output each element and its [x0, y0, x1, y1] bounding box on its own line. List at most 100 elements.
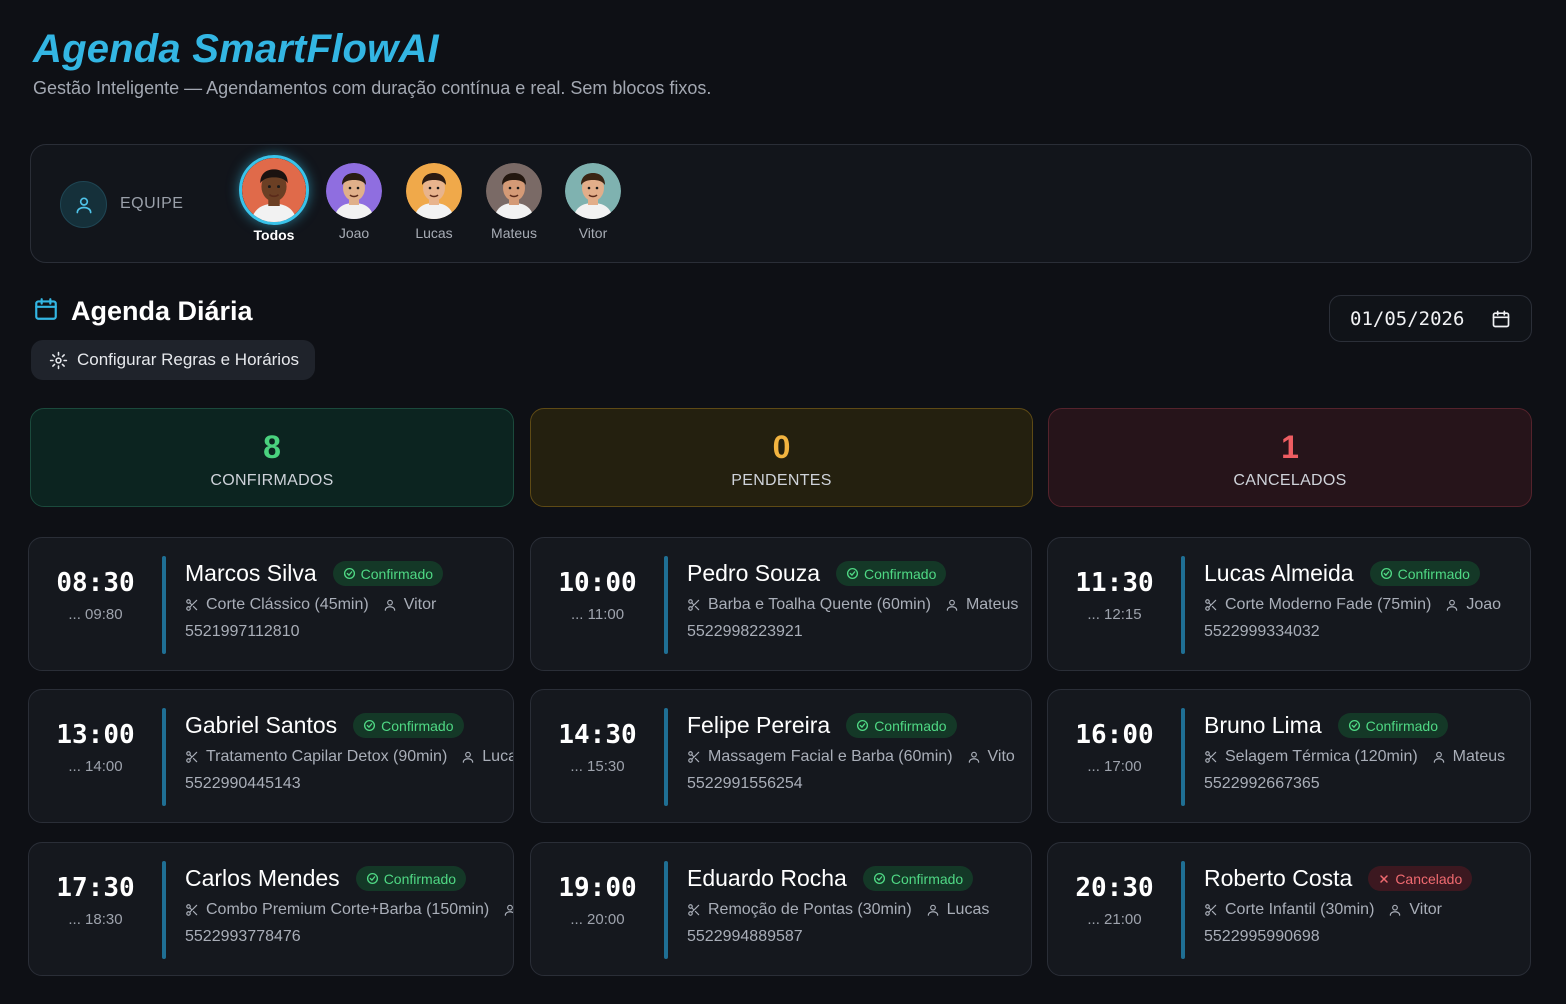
- client-name: Marcos Silva: [185, 560, 317, 586]
- appointment-card[interactable]: 19:00 ... 20:00 Eduardo Rocha Confirmado Rem…: [530, 842, 1032, 976]
- status-badge: Cancelado: [1368, 866, 1473, 891]
- status-badge: Confirmado: [332, 561, 444, 586]
- status-badge: Confirmado: [353, 713, 464, 738]
- client-phone: 5522991556254: [687, 775, 803, 792]
- scissors-icon: [185, 750, 199, 764]
- barber-icon: [1388, 903, 1402, 917]
- team-member-todos[interactable]: Todos: [234, 155, 314, 243]
- cancelled-count: 1: [1281, 429, 1299, 465]
- avatar: [326, 163, 382, 219]
- client-name: Gabriel Santos: [185, 712, 338, 738]
- appointment-card[interactable]: 08:30 ... 09:80 Marcos Silva Confirmado Cort…: [28, 537, 514, 671]
- appointment-start-time: 08:30: [56, 568, 135, 598]
- appointment-card[interactable]: 10:00 ... 11:00 Pedro Souza Confirmado Barba…: [530, 537, 1032, 671]
- check-circle-icon: [1380, 567, 1393, 580]
- calendar-picker-icon[interactable]: [1491, 309, 1511, 334]
- barber-icon: [383, 598, 397, 612]
- team-member-mateus[interactable]: Mateus: [474, 163, 554, 241]
- barber-name: Vitor: [403, 596, 437, 613]
- check-circle-icon: [343, 567, 356, 580]
- check-circle-icon: [366, 872, 379, 885]
- barber-icon: [503, 903, 513, 917]
- team-member-name: Lucas: [415, 225, 453, 241]
- appointment-card[interactable]: 14:30 ... 15:30 Felipe Pereira Confirmado Ma…: [530, 689, 1032, 823]
- appointment-end-time: ... 15:30: [570, 758, 625, 775]
- client-name: Carlos Mendes: [185, 865, 340, 891]
- service-name: Corte Infantil (30min): [1225, 901, 1375, 918]
- avatar: [486, 163, 542, 219]
- service-name: Barba e Toalha Quente (60min): [708, 596, 931, 613]
- confirmed-count: 8: [263, 429, 281, 465]
- team-member-name: Vitor: [578, 225, 608, 241]
- card-divider: [1181, 708, 1185, 806]
- barber-name: Vito: [987, 748, 1015, 765]
- card-divider: [162, 556, 166, 654]
- appointment-start-time: 13:00: [56, 720, 135, 750]
- appointment-end-time: ... 14:00: [68, 758, 123, 775]
- card-divider: [664, 861, 668, 959]
- team-member-vitor[interactable]: Vitor: [553, 163, 633, 241]
- app-title: Agenda SmartFlowAI: [33, 27, 439, 71]
- appointment-card[interactable]: 11:30 ... 12:15 Lucas Almeida Confirmado Cor…: [1047, 537, 1531, 671]
- client-phone: 5522999334032: [1204, 623, 1320, 640]
- status-badge: Confirmado: [846, 713, 957, 738]
- barber-icon: [461, 750, 475, 764]
- team-member-name: Mateus: [491, 225, 537, 241]
- client-phone: 5522995990698: [1204, 928, 1320, 945]
- status-label: Confirmado: [874, 717, 947, 734]
- client-phone: 5521997112810: [185, 623, 300, 640]
- barber-name: Lucas: [946, 901, 990, 918]
- scissors-icon: [687, 750, 701, 764]
- client-phone: 5522993778476: [185, 928, 301, 945]
- configure-rules-label: Configurar Regras e Horários: [77, 350, 300, 369]
- scissors-icon: [687, 598, 701, 612]
- date-picker[interactable]: 01/05/2026: [1329, 295, 1532, 342]
- appointment-card[interactable]: 20:30 ... 21:00 Roberto Costa Cancelado Cort…: [1047, 842, 1531, 976]
- pending-label: PENDENTES: [731, 472, 832, 489]
- status-badge: Confirmado: [355, 866, 467, 891]
- card-divider: [162, 861, 166, 959]
- appointment-card[interactable]: 16:00 ... 17:00 Bruno Lima Confirmado Selage…: [1047, 689, 1531, 823]
- appointment-card[interactable]: 17:30 ... 18:30 Carlos Mendes Confirmado Com…: [28, 842, 514, 976]
- client-phone: 5522990445143: [185, 775, 301, 792]
- card-divider: [1181, 556, 1185, 654]
- barber-icon: [967, 750, 981, 764]
- card-divider: [1181, 861, 1185, 959]
- barber-name: Joao: [1466, 596, 1502, 613]
- appointment-end-time: ... 18:30: [68, 911, 123, 928]
- pending-count: 0: [772, 429, 791, 465]
- section-title: Agenda Diária: [71, 296, 253, 326]
- service-name: Tratamento Capilar Detox (90min): [206, 748, 448, 765]
- appointment-end-time: ... 11:00: [570, 606, 625, 623]
- client-name: Roberto Costa: [1204, 865, 1353, 891]
- team-member-lucas[interactable]: Lucas: [394, 163, 474, 241]
- service-name: Corte Moderno Fade (75min): [1225, 596, 1432, 613]
- status-label: Confirmado: [1397, 565, 1470, 582]
- page-header: Agenda SmartFlowAI Gestão Inteligente — …: [33, 26, 711, 99]
- check-circle-icon: [846, 567, 859, 580]
- appointment-card[interactable]: 13:00 ... 14:00 Gabriel Santos Confirmado Tr…: [28, 689, 514, 823]
- barber-name: Luca: [482, 748, 514, 765]
- appointment-end-time: ... 09:80: [68, 606, 123, 623]
- configure-rules-button[interactable]: Configurar Regras e Horários: [31, 340, 315, 380]
- team-member-joao[interactable]: Joao: [314, 163, 394, 241]
- status-label: Confirmado: [863, 565, 937, 582]
- scissors-icon: [185, 598, 199, 612]
- client-name: Lucas Almeida: [1204, 560, 1354, 586]
- section-header: Agenda Diária: [33, 296, 253, 327]
- client-phone: 5522992667365: [1204, 775, 1320, 792]
- card-divider: [162, 708, 166, 806]
- cancelled-stat-card: 1 CANCELADOS: [1048, 408, 1532, 507]
- appointment-start-time: 11:30: [1075, 568, 1154, 598]
- service-name: Remoção de Pontas (30min): [708, 901, 912, 918]
- barber-icon: [926, 903, 940, 917]
- appointment-end-time: ... 21:00: [1087, 911, 1142, 928]
- appointment-start-time: 20:30: [1075, 873, 1154, 903]
- confirmed-label: CONFIRMADOS: [210, 472, 334, 489]
- team-label: EQUIPE: [120, 195, 184, 212]
- barber-icon: [1432, 750, 1446, 764]
- avatar: [565, 163, 621, 219]
- scissors-icon: [185, 903, 199, 917]
- team-filter-bar: EQUIPE Todos Joao Lucas Mateus Vitor: [30, 144, 1532, 263]
- team-member-name: Todos: [253, 227, 295, 243]
